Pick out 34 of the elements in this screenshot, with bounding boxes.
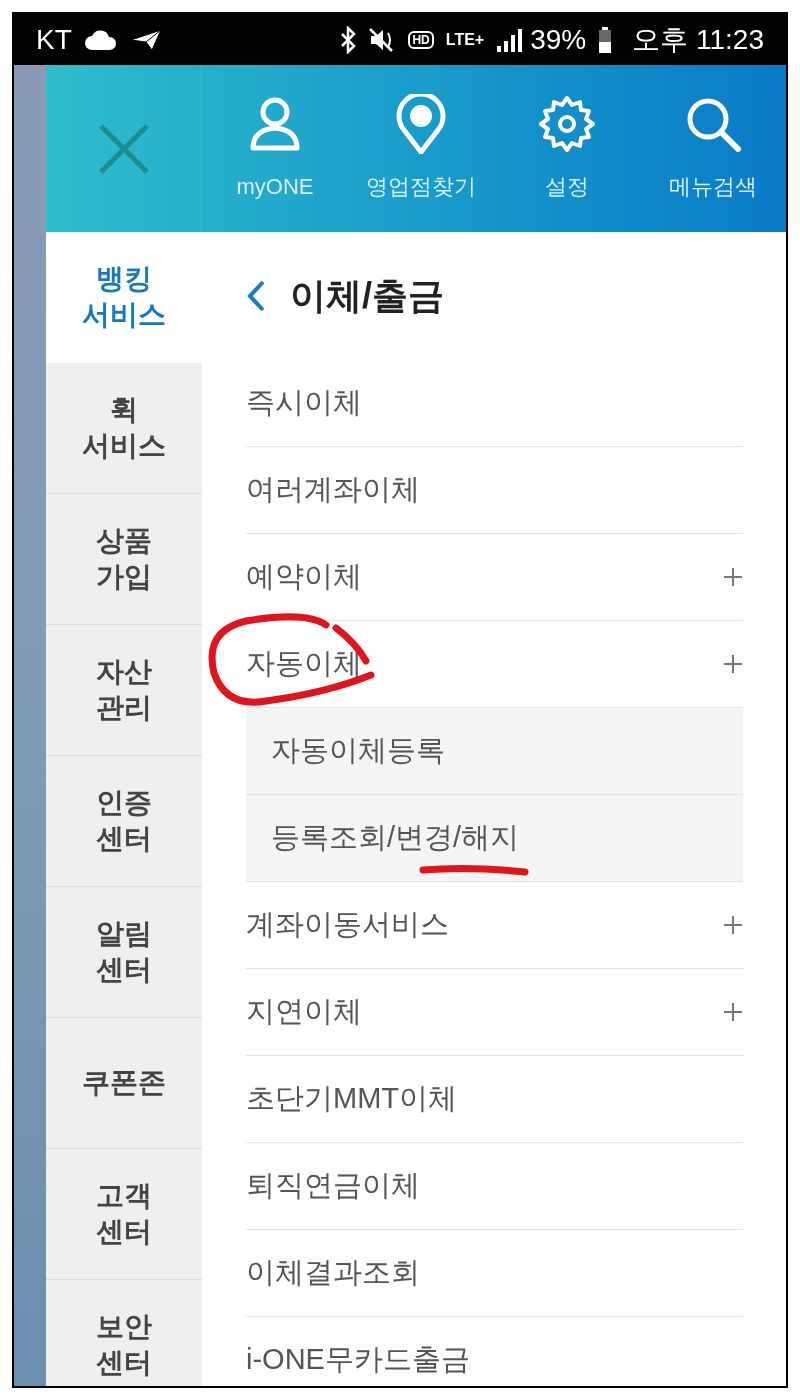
sidebar-tab[interactable]: 휙 서비스 [46,363,202,494]
menu-item[interactable]: 이체결과조회 [246,1230,743,1317]
submenu-item[interactable]: 등록조회/변경/해지 [246,795,743,882]
sidebar-tab[interactable]: 인증 센터 [46,756,202,887]
menu-item[interactable]: 여러계좌이체 [246,447,743,534]
menu-item[interactable]: 계좌이동서비스 [246,882,743,969]
battery-icon [598,26,613,53]
submenu-item[interactable]: 자동이체등록 [246,708,743,795]
status-time: 오후 11:23 [632,22,764,57]
hd-badge: HD [408,30,434,49]
sidebar-tab[interactable]: 알림 센터 [46,887,202,1018]
sidebar-tab[interactable]: 자산 관리 [46,625,202,756]
paper-plane-icon [129,28,162,51]
battery-percent: 39% [530,22,587,57]
carrier-label: KT [36,22,72,57]
menu-item[interactable]: 퇴직연금이체 [246,1143,743,1230]
menu-item[interactable]: 초단기MMT이체 [246,1056,743,1143]
bluetooth-icon [340,25,357,54]
cloud-icon [83,28,118,51]
menu-item[interactable]: i-ONE무카드출금 [246,1317,743,1386]
close-icon [96,121,151,176]
menu-item[interactable]: 지연이체 [246,969,743,1056]
menu-item[interactable]: 예약이체 [246,534,743,621]
menu-item[interactable]: 즉시이체 [246,360,743,447]
signal-icon [496,27,523,52]
sidebar-tab[interactable]: 보안 센터 [46,1280,202,1386]
network-type-label: LTE+ [445,31,485,48]
sidebar-tab[interactable]: 고객 센터 [46,1149,202,1280]
header-action-button[interactable]: 메뉴검색 [640,65,786,232]
back-chevron-icon [246,279,266,313]
sidebar-tab[interactable]: 상품 가입 [46,494,202,625]
settings-icon [537,94,597,154]
section-title: 이체/출금 [290,274,444,318]
sidebar-tab[interactable]: 쿠폰존 [46,1018,202,1149]
